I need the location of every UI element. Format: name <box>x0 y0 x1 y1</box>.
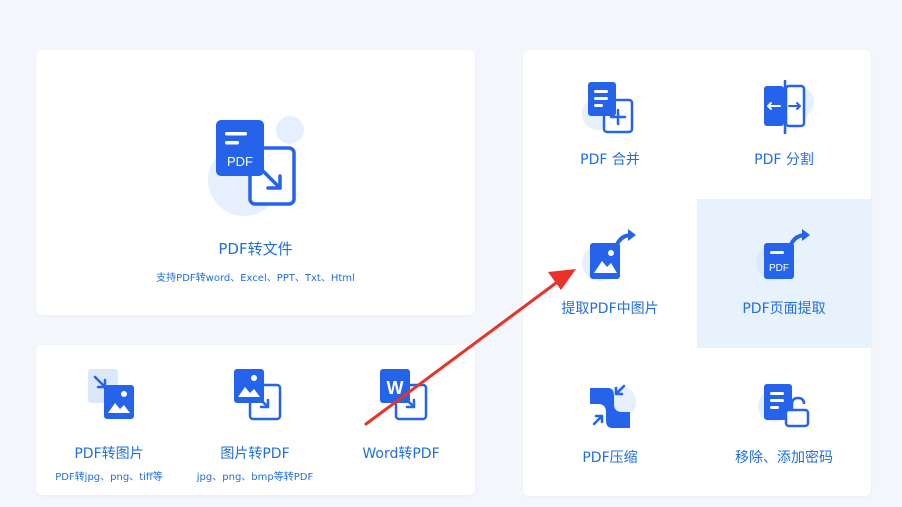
pdf-to-image-sub: PDF转jpg、png、tiff等 <box>55 472 163 483</box>
pdf-split-label: PDF 分割 <box>754 152 814 168</box>
image-to-pdf-label: 图片转PDF <box>220 446 290 462</box>
extract-pages-icon: PDF <box>754 227 814 287</box>
pdf-compress-icon <box>580 376 640 436</box>
conversion-tools-card: PDF转图片 PDF转jpg、png、tiff等 图片转PDF jpg、png、… <box>36 345 475 495</box>
pdf-compress-tool[interactable]: PDF压缩 <box>523 348 697 496</box>
pdf-merge-label: PDF 合并 <box>580 152 640 168</box>
pdf-to-image-tool[interactable]: PDF转图片 PDF转jpg、png、tiff等 <box>36 345 182 495</box>
pdf-compress-label: PDF压缩 <box>582 450 638 466</box>
pdf-tools-grid: PDF 合并 PDF 分割 提取PDF中图片 PDF PDF页面提取 PDF压缩… <box>523 50 871 496</box>
pdf-to-file-title: PDF转文件 <box>218 240 293 258</box>
extract-images-icon <box>580 227 640 287</box>
password-lock-icon <box>754 376 814 436</box>
extract-images-tool[interactable]: 提取PDF中图片 <box>523 199 697 348</box>
pdf-split-tool[interactable]: PDF 分割 <box>697 50 871 199</box>
svg-text:PDF: PDF <box>769 263 789 274</box>
pdf-merge-icon <box>580 78 640 138</box>
pdf-split-icon <box>754 78 814 138</box>
image-to-pdf-tool[interactable]: 图片转PDF jpg、png、bmp等转PDF <box>182 345 328 495</box>
extract-images-label: 提取PDF中图片 <box>561 301 659 317</box>
password-tool[interactable]: 移除、添加密码 <box>697 348 871 496</box>
svg-text:PDF: PDF <box>227 154 253 169</box>
password-label: 移除、添加密码 <box>735 450 833 466</box>
extract-pages-label: PDF页面提取 <box>742 301 826 317</box>
word-to-pdf-tool[interactable]: W Word转PDF <box>328 345 474 495</box>
svg-text:W: W <box>387 378 404 398</box>
word-to-pdf-label: Word转PDF <box>362 446 440 462</box>
pdf-to-image-label: PDF转图片 <box>74 446 144 462</box>
word-to-pdf-icon: W <box>376 367 430 421</box>
pdf-to-image-icon <box>84 367 138 421</box>
pdf-convert-file-icon: PDF <box>204 108 314 218</box>
pdf-to-file-description: 支持PDF转word、Excel、PPT、Txt、Html <box>156 273 355 284</box>
pdf-to-file-card[interactable]: PDF PDF转文件 支持PDF转word、Excel、PPT、Txt、Html <box>36 50 475 315</box>
image-to-pdf-icon <box>230 367 284 421</box>
image-to-pdf-sub: jpg、png、bmp等转PDF <box>196 472 314 483</box>
extract-pages-tool[interactable]: PDF PDF页面提取 <box>697 199 871 348</box>
pdf-merge-tool[interactable]: PDF 合并 <box>523 50 697 199</box>
